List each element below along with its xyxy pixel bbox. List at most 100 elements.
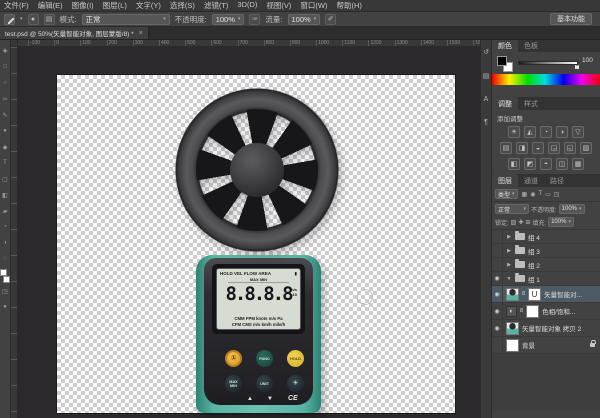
panel-dock-icon[interactable]: A	[484, 96, 489, 103]
adjustment-icon[interactable]: ◧	[508, 158, 520, 170]
adjustment-icon[interactable]: ▨	[580, 142, 592, 154]
foreground-color-swatch[interactable]	[0, 269, 7, 276]
layer-mask-thumbnail[interactable]: U	[528, 287, 542, 301]
adjustment-icon[interactable]: ◑	[556, 126, 568, 138]
canvas-transparent-background[interactable]: HOLD VEL FLOW AREA ▮ MAX MIN 8.8.8.8 m/s…	[57, 75, 455, 413]
pressure-opacity-icon[interactable]: ✑	[249, 13, 261, 25]
tool-icon[interactable]: ○	[0, 75, 11, 91]
chevron-down-icon[interactable]: ▼	[506, 276, 512, 282]
tool-icon[interactable]: ▰	[0, 203, 11, 219]
panel-dock-icon[interactable]: ¶	[484, 119, 488, 126]
tool-icon[interactable]: ✂	[0, 91, 11, 107]
chevron-right-icon[interactable]: ▶	[506, 248, 512, 254]
menu-item[interactable]: 滤镜(T)	[204, 0, 229, 11]
visibility-toggle[interactable]: ◉	[492, 272, 503, 285]
adjustment-icon[interactable]: ◔	[540, 126, 552, 138]
layer-group-row[interactable]: ▶ 组 2	[492, 258, 600, 272]
filter-kind-dropdown[interactable]: 类型 ▾	[495, 189, 518, 199]
lock-option-icon[interactable]: ▨	[511, 219, 517, 226]
brush-preset-icon[interactable]: ●	[27, 13, 39, 25]
tool-icon[interactable]: ●	[0, 123, 11, 139]
tab-swatches[interactable]: 色板	[518, 39, 544, 52]
color-slider[interactable]	[518, 61, 579, 69]
tool-icon[interactable]: ✚	[0, 43, 11, 59]
tool-icon[interactable]: □	[0, 59, 11, 75]
layer-thumbnail[interactable]	[506, 338, 519, 352]
adjustment-icon[interactable]: ◭	[524, 126, 536, 138]
background-color-swatch[interactable]	[3, 276, 10, 283]
filter-type-icon[interactable]: ▦	[522, 191, 528, 198]
tab-adjustments[interactable]: 调整	[492, 97, 518, 110]
layer-group-row[interactable]: ▶ 组 4	[492, 230, 600, 244]
adjustment-layer-icon[interactable]: ◐	[506, 305, 517, 317]
opacity-dropdown[interactable]: 100% ▾	[211, 13, 245, 25]
menu-item[interactable]: 3D(D)	[237, 0, 257, 11]
chevron-down-icon[interactable]: ▾	[20, 16, 23, 22]
tab-channels[interactable]: 通道	[518, 174, 544, 187]
filter-type-icon[interactable]: ▭	[545, 191, 551, 198]
layer-group-row[interactable]: ▶ 组 3	[492, 244, 600, 258]
close-icon[interactable]: ×	[139, 30, 143, 37]
mode-dropdown[interactable]: 正常 ▾	[81, 13, 170, 25]
menu-item[interactable]: 图像(I)	[72, 0, 94, 11]
adjustment-icon[interactable]: ☀	[508, 126, 520, 138]
filter-type-icon[interactable]: ◳	[554, 191, 560, 198]
adjustment-icon[interactable]: ▽	[572, 126, 584, 138]
filter-type-icon[interactable]: ◉	[530, 191, 535, 198]
tool-icon[interactable]: T	[0, 155, 11, 171]
adjustment-icon[interactable]: ◫	[556, 158, 568, 170]
adjustment-icon[interactable]: ◨	[516, 142, 528, 154]
layer-thumbnail[interactable]	[506, 287, 519, 301]
adjustment-icon[interactable]: ◲	[548, 142, 560, 154]
visibility-toggle[interactable]	[492, 230, 503, 243]
layer-row-adjustment[interactable]: ◉ ◐ 8 色相/饱和...	[492, 303, 600, 320]
layer-row-selected[interactable]: ◉ 8 U 矢量智能对...	[492, 286, 600, 303]
adjustment-icon[interactable]: ◩	[524, 158, 536, 170]
layer-thumbnail[interactable]	[506, 321, 519, 335]
adjustment-icon[interactable]: ▦	[572, 158, 584, 170]
menu-item[interactable]: 文字(Y)	[136, 0, 161, 11]
menu-item[interactable]: 选择(S)	[170, 0, 195, 11]
tool-icon[interactable]: ◧	[0, 187, 11, 203]
menu-item[interactable]: 窗口(W)	[300, 0, 327, 11]
visibility-toggle[interactable]: ◉	[492, 286, 503, 302]
menu-item[interactable]: 文件(F)	[4, 0, 29, 11]
flow-dropdown[interactable]: 100% ▾	[287, 13, 321, 25]
tool-icon[interactable]: ●	[0, 299, 11, 315]
color-spectrum-bar[interactable]	[492, 74, 600, 85]
filter-type-icon[interactable]: T	[538, 191, 542, 198]
adjustment-icon[interactable]: ◒	[532, 142, 544, 154]
layer-row-background[interactable]: 背景	[492, 337, 600, 354]
blend-mode-dropdown[interactable]: 正常 ▾	[495, 204, 529, 214]
adjustment-icon[interactable]: ◱	[564, 142, 576, 154]
tool-icon[interactable]: ◑	[0, 235, 11, 251]
tool-icon[interactable]: ◌	[0, 251, 11, 267]
menu-item[interactable]: 图层(L)	[103, 0, 127, 11]
visibility-toggle[interactable]: ◉	[492, 320, 503, 336]
tool-icon[interactable]: ▢	[0, 171, 11, 187]
document-area[interactable]: HOLD VEL FLOW AREA ▮ MAX MIN 8.8.8.8 m/s…	[18, 47, 480, 418]
visibility-toggle[interactable]	[492, 337, 503, 353]
tool-icon[interactable]: ◆	[0, 139, 11, 155]
tool-icon[interactable]: ✎	[0, 107, 11, 123]
layer-mask-thumbnail[interactable]	[526, 304, 540, 318]
layer-fill-dropdown[interactable]: 100% ▾	[548, 217, 574, 227]
tool-icon[interactable]: ◳	[0, 283, 11, 299]
brush-tool-icon[interactable]	[4, 13, 15, 25]
layer-row[interactable]: ◉ 矢量智能对象 拷贝 2	[492, 320, 600, 337]
toggle-brush-panel-icon[interactable]: ▤	[43, 13, 55, 25]
adjustment-icon[interactable]: ◓	[540, 158, 552, 170]
tab-styles[interactable]: 样式	[518, 97, 544, 110]
tool-icon[interactable]: ◔	[0, 219, 11, 235]
visibility-toggle[interactable]: ◉	[492, 303, 503, 319]
lock-option-icon[interactable]: ✚	[518, 219, 523, 226]
tab-paths[interactable]: 路径	[544, 174, 570, 187]
visibility-toggle[interactable]	[492, 244, 503, 257]
tab-color[interactable]: 颜色	[492, 39, 518, 52]
menu-item[interactable]: 帮助(H)	[337, 0, 362, 11]
airbrush-icon[interactable]: ✐	[325, 13, 337, 25]
foreground-color-swatch[interactable]	[497, 56, 507, 66]
tab-layers[interactable]: 图层	[492, 174, 518, 187]
chevron-right-icon[interactable]: ▶	[506, 262, 512, 268]
layer-opacity-dropdown[interactable]: 100% ▾	[558, 204, 585, 214]
